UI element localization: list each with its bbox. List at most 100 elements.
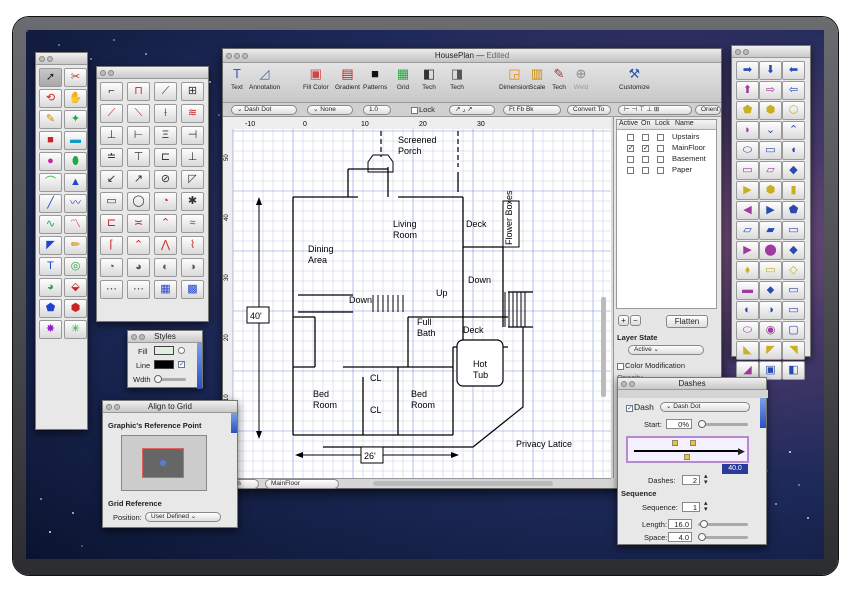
shape-21-tool-button[interactable]: ◀ [736, 201, 759, 220]
truss-tool-button[interactable]: ⋀ [154, 236, 177, 255]
curve-tool-button[interactable]: ∿ [39, 215, 62, 234]
toolbar-gradient-button[interactable]: ▤ Gradient [335, 66, 360, 91]
shape-44-tool-button[interactable]: ◥ [782, 341, 805, 360]
layer-row-basement[interactable]: Basement [619, 153, 719, 164]
space-slider[interactable] [698, 533, 748, 541]
text-tool-button[interactable]: T [39, 257, 62, 276]
start-field[interactable]: 0% [666, 419, 692, 429]
callout-tool-button[interactable]: ▭ [100, 192, 123, 211]
dash-handle[interactable] [690, 440, 696, 446]
ellipse-tool-button[interactable]: ⬮ [64, 152, 87, 171]
line-checkbox[interactable]: ✓ [178, 361, 185, 368]
fill-swatch[interactable] [154, 346, 174, 355]
layer-checkbox[interactable] [642, 155, 649, 163]
arrow-sw-tool-button[interactable]: ↙ [100, 170, 123, 189]
stack-tool-button[interactable]: Ξ [154, 126, 177, 145]
shape-13-tool-button[interactable]: ▭ [759, 141, 782, 160]
close-button[interactable] [106, 404, 112, 410]
toolbar-weld-button[interactable]: ⊕ Weld [573, 66, 589, 91]
diag-tool-button[interactable]: ⟋ [100, 104, 123, 123]
dim-line-tool-button[interactable]: ≍ [127, 214, 150, 233]
shape-47-tool-button[interactable]: ◧ [782, 361, 805, 380]
arrow-dropdown[interactable]: ⌄ None [307, 105, 353, 115]
width-slider[interactable] [154, 375, 186, 383]
burst-tool-button[interactable]: ✸ [39, 320, 62, 339]
toolbar-grid-button[interactable]: ▦ Grid [395, 66, 411, 91]
toolbar-scale-button[interactable]: ▥ Scale [529, 66, 545, 91]
ruler-tool-button[interactable]: ⋯ [100, 280, 123, 299]
zoom-button[interactable] [242, 53, 248, 59]
toolbar-tech-button[interactable]: ◨ Tech [449, 66, 465, 91]
hatch-tool-button[interactable]: ▦ [154, 280, 177, 299]
layer-checkbox[interactable] [657, 133, 664, 141]
no-tool-button[interactable]: ⊘ [154, 170, 177, 189]
layer-row-upstairs[interactable]: Upstairs [619, 131, 719, 142]
layer-checkbox[interactable] [642, 166, 649, 174]
pie-tool-button[interactable]: ◔ [154, 192, 177, 211]
shape-28-tool-button[interactable]: ⬤ [759, 241, 782, 260]
start-slider[interactable] [698, 420, 748, 428]
shape-12-tool-button[interactable]: ⬭ [736, 141, 759, 160]
hexagon-tool-button[interactable]: ⬢ [64, 299, 87, 318]
arrange-buttons[interactable]: ↗ ⌟ ↗ [449, 105, 495, 115]
length-slider[interactable] [698, 520, 748, 528]
shape-25-tool-button[interactable]: ▰ [759, 221, 782, 240]
toolbar-customize-button[interactable]: ⚒ Customize [619, 66, 650, 91]
shape-16-tool-button[interactable]: ▱ [759, 161, 782, 180]
magic-tool-button[interactable]: ✦ [64, 110, 87, 129]
shape-24-tool-button[interactable]: ▱ [736, 221, 759, 240]
hand-tool-button[interactable]: ✋ [64, 89, 87, 108]
layer-dropdown[interactable]: MainFloor [265, 479, 339, 489]
shape-18-tool-button[interactable]: ▶ [736, 181, 759, 200]
shape-17-tool-button[interactable]: ◆ [782, 161, 805, 180]
cloud-tool-button[interactable]: ◯ [127, 192, 150, 211]
minimize-button[interactable] [47, 56, 53, 62]
close-button[interactable] [131, 334, 137, 340]
stair-tool-button[interactable]: ⊞ [181, 82, 204, 101]
shape-33-tool-button[interactable]: ▬ [736, 281, 759, 300]
ruler2-tool-button[interactable]: ⋯ [127, 280, 150, 299]
select-tool-button[interactable]: ➚ [39, 68, 62, 87]
order-buttons[interactable]: Ft Fb Bk [503, 105, 561, 115]
shape-3-tool-button[interactable]: ⬆ [736, 81, 759, 100]
close-button[interactable] [100, 70, 106, 76]
shape-39-tool-button[interactable]: ⬭ [736, 321, 759, 340]
layer-checkbox[interactable] [627, 155, 634, 163]
lock-checkbox[interactable]: Lock [411, 105, 435, 114]
shape-2-tool-button[interactable]: ⬅ [782, 61, 805, 80]
pencil-tool-button[interactable]: ✏ [64, 236, 87, 255]
shape-0-tool-button[interactable]: ➡ [736, 61, 759, 80]
convert-dropdown[interactable]: Convert To [567, 105, 611, 115]
panel-scrollbar[interactable] [231, 413, 237, 433]
dim-tool-button[interactable]: ⟊ [154, 104, 177, 123]
shape-11-tool-button[interactable]: ⌃ [782, 121, 805, 140]
layer-row-paper[interactable]: Paper [619, 164, 719, 175]
half-tool-button[interactable]: ◐ [154, 258, 177, 277]
toolbar-fill-color-button[interactable]: ▣ Fill Color [303, 66, 329, 91]
minimize-button[interactable] [114, 404, 120, 410]
dash-handle[interactable] [684, 454, 690, 460]
line-style-dropdown[interactable]: ⌄ Dash Dot [231, 105, 297, 115]
wave-tool-button[interactable]: 〰 [64, 194, 87, 213]
post-tool-button[interactable]: ⊥ [181, 148, 204, 167]
layer-checkbox[interactable]: ✓ [627, 144, 634, 152]
shape-7-tool-button[interactable]: ⬢ [759, 101, 782, 120]
brush-tool-button[interactable]: ⬙ [64, 278, 87, 297]
minimize-button[interactable] [629, 381, 635, 387]
weight-dropdown[interactable]: 1.0 [363, 105, 391, 115]
arc-tool-button[interactable]: ⌒ [39, 173, 62, 192]
layer-checkbox[interactable] [627, 166, 634, 174]
pie2-tool-button[interactable]: ◔ [100, 258, 123, 277]
add-layer-button[interactable]: + [618, 315, 629, 326]
star-tool-button[interactable]: ✳ [64, 320, 87, 339]
line-swatch[interactable] [154, 360, 174, 369]
layer-checkbox[interactable]: ✓ [642, 144, 649, 152]
shape-43-tool-button[interactable]: ◤ [759, 341, 782, 360]
layer-row-mainfloor[interactable]: ✓ ✓ MainFloor [619, 142, 719, 153]
minimize-button[interactable] [108, 70, 114, 76]
beam-tool-button[interactable]: ⊤ [127, 148, 150, 167]
remove-layer-button[interactable]: − [630, 315, 641, 326]
shape-41-tool-button[interactable]: ▢ [782, 321, 805, 340]
close-button[interactable] [735, 49, 741, 55]
layer-checkbox[interactable] [627, 133, 634, 141]
